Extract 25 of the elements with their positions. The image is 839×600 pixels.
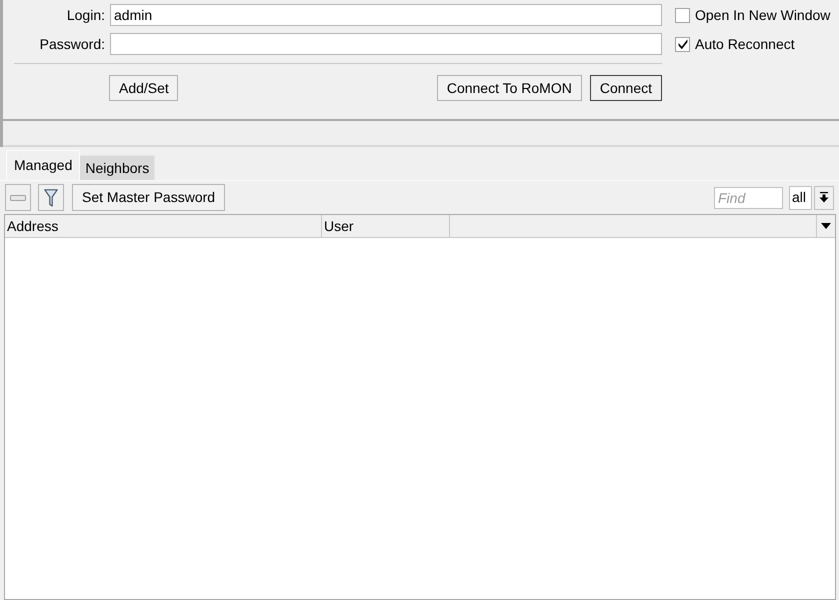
dropdown-button[interactable]: [814, 186, 834, 210]
checkbox[interactable]: [675, 36, 690, 52]
filter-button[interactable]: [38, 184, 64, 211]
caret-down-icon: [821, 223, 831, 229]
form-button[interactable]: Connect: [590, 75, 662, 101]
checkbox[interactable]: [675, 8, 690, 22]
find-field[interactable]: Find: [714, 186, 783, 208]
input-field[interactable]: [110, 33, 662, 55]
arrow-down-icon: [819, 192, 829, 203]
tab[interactable]: Neighbors: [80, 155, 156, 180]
form-button[interactable]: Connect To RoMON: [436, 75, 582, 101]
toolbar-button[interactable]: Set Master Password: [72, 184, 226, 211]
field-label: Password:: [38, 34, 105, 54]
minus-icon: [10, 194, 26, 200]
filter-select[interactable]: all: [789, 186, 812, 210]
field-label: Login:: [66, 6, 105, 25]
column-header[interactable]: User: [322, 215, 450, 237]
checkmark-icon: [678, 39, 688, 49]
filter-icon: [44, 188, 58, 206]
input-field[interactable]: admin: [110, 4, 662, 26]
checkbox-label[interactable]: Auto Reconnect: [695, 34, 795, 54]
tab[interactable]: Managed: [6, 150, 80, 180]
column-header[interactable]: Address: [5, 215, 322, 237]
checkbox-label[interactable]: Open In New Window: [695, 4, 830, 26]
form-button[interactable]: Add/Set: [109, 75, 178, 101]
